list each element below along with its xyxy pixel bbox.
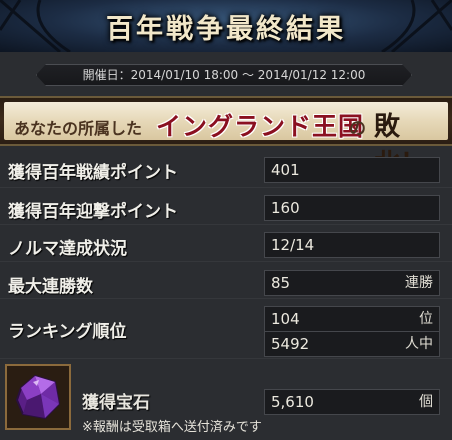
gem-value: 5,610 個 [264, 389, 440, 415]
gem-value-text: 5,610 [271, 393, 314, 411]
ranking-label: ランキング順位 [8, 322, 127, 342]
title-banner: 百年戦争最終結果 [0, 0, 452, 52]
stat-value-text: 12/14 [271, 236, 315, 254]
result-prefix: あなたの所属した [14, 119, 143, 138]
gem-label: 獲得宝石 [82, 393, 150, 413]
result-banner: あなたの所属した イングランド王国 の 敗北！ [0, 96, 452, 179]
stat-value-text: 85 [271, 274, 291, 292]
stat-label-quota: ノルマ達成状況 [8, 239, 127, 259]
ranking-total-value: 5492 [271, 335, 310, 353]
ranking-total-unit: 人中 [405, 336, 433, 352]
ranking-rank-unit: 位 [419, 311, 433, 327]
stat-label-war-points: 獲得百年戦績ポイント [8, 163, 178, 183]
stat-label-win-streak: 最大連勝数 [8, 277, 93, 297]
ranking-rank: 104 位 [264, 306, 440, 332]
result-particle: の [349, 119, 366, 139]
reward-note: ※報酬は受取箱へ送付済みです [82, 420, 262, 435]
event-period: 開催日：2014/01/10 18:00 ～ 2014/01/12 12:00 [36, 64, 412, 86]
page-title: 百年戦争最終結果 [106, 14, 346, 45]
ranking-rank-value: 104 [271, 310, 300, 328]
ranking-total: 5492 人中 [264, 331, 440, 357]
stat-value-war-points: 401 [264, 157, 440, 183]
result-country: イングランド王国 [156, 112, 365, 141]
stat-value-intercept-points: 160 [264, 195, 440, 221]
gem-unit: 個 [419, 394, 433, 410]
stat-value-text: 401 [271, 161, 300, 179]
purple-gem-icon [5, 364, 71, 430]
stat-unit: 連勝 [405, 275, 433, 291]
stat-label-intercept-points: 獲得百年迎撃ポイント [8, 202, 178, 222]
stat-value-win-streak: 85 連勝 [264, 270, 440, 296]
stat-value-text: 160 [271, 199, 300, 217]
stat-value-quota: 12/14 [264, 232, 440, 258]
